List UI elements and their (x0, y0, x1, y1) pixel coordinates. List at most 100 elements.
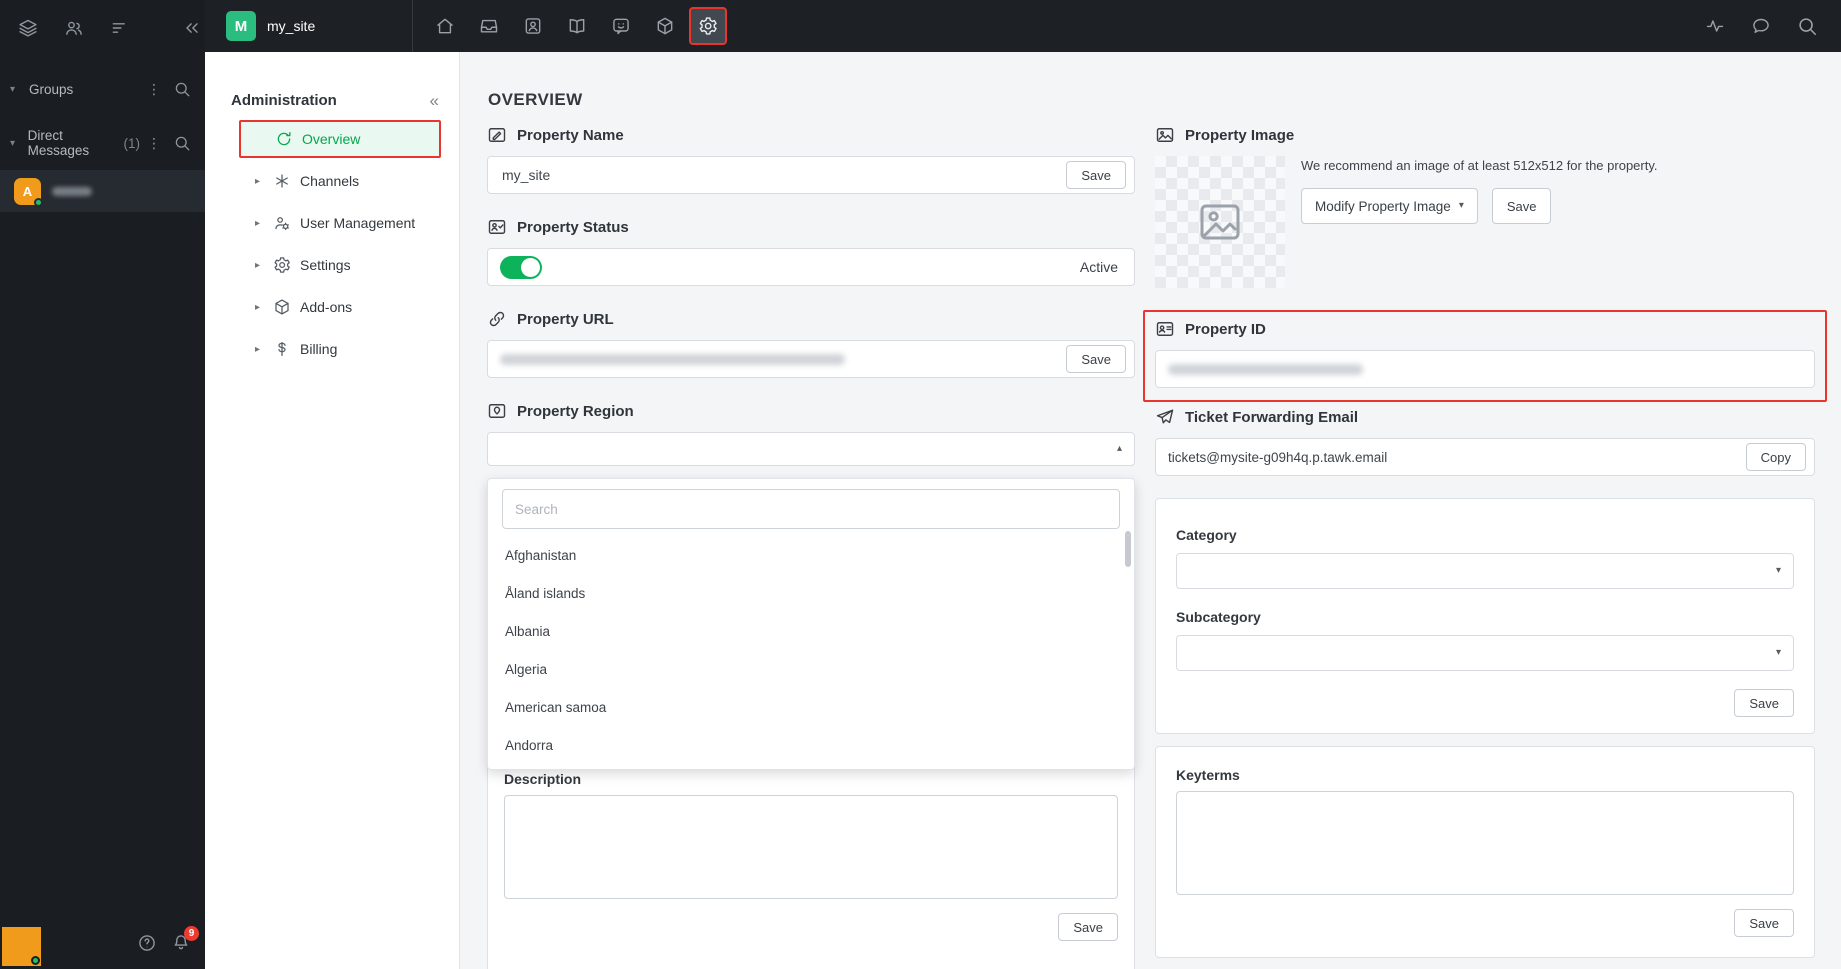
modify-property-image-dropdown[interactable]: Modify Property Image ▾ (1301, 188, 1478, 224)
filter-icon[interactable] (110, 18, 130, 38)
subcategory-select[interactable]: ▾ (1176, 635, 1794, 671)
description-textarea[interactable] (504, 795, 1118, 899)
region-option[interactable]: American samoa (488, 689, 1134, 727)
category-select[interactable]: ▾ (1176, 553, 1794, 589)
ticket-email-icon (1155, 407, 1175, 427)
caret-right-icon[interactable]: ▸ (251, 260, 264, 271)
administration-panel: Administration « Overview ▸ Channels ▸ U… (205, 52, 460, 969)
current-user-avatar[interactable] (2, 927, 41, 966)
agents-icon[interactable] (64, 18, 84, 38)
modify-image-label: Modify Property Image (1315, 198, 1451, 214)
region-pin-icon (487, 401, 507, 421)
search-icon[interactable] (1787, 6, 1827, 46)
category-card: Category ▾ Subcategory ▾ Save (1155, 498, 1815, 734)
admin-panel-title: Administration (231, 91, 337, 109)
region-option[interactable]: Andorra (488, 727, 1134, 765)
workspaces-icon[interactable] (18, 18, 38, 38)
property-name-label: Property Name (517, 126, 624, 144)
property-status-icon (487, 217, 507, 237)
menu-item-channels[interactable]: ▸ Channels (239, 162, 441, 200)
menu-item-overview[interactable]: Overview (239, 120, 441, 158)
property-name-input[interactable] (500, 166, 1057, 184)
caret-right-icon[interactable]: ▸ (251, 344, 264, 355)
menu-item-settings[interactable]: ▸ Settings (239, 246, 441, 284)
direct-messages-section-header[interactable]: ▾ Direct Messages (1) ⋮ (0, 126, 205, 160)
property-id-highlight-box: Property ID (1143, 310, 1827, 402)
user-management-icon (273, 214, 291, 232)
settings-icon[interactable] (689, 7, 727, 45)
keyterms-textarea[interactable] (1176, 791, 1794, 895)
knowledge-base-icon[interactable] (557, 6, 597, 46)
copy-ticket-email-button[interactable]: Copy (1745, 443, 1806, 471)
region-option[interactable]: Afghanistan (488, 537, 1134, 575)
collapse-rail-icon[interactable] (182, 18, 202, 38)
menu-item-user-management[interactable]: ▸ User Management (239, 204, 441, 242)
caret-right-icon[interactable]: ▸ (251, 176, 264, 187)
description-label: Description (504, 771, 582, 787)
rail-footer: 9 (0, 917, 205, 969)
notifications-icon[interactable]: 9 (171, 926, 199, 953)
kebab-icon[interactable]: ⋮ (147, 135, 161, 152)
description-save-button[interactable]: Save (1058, 913, 1118, 941)
chevron-up-icon: ▴ (1116, 443, 1122, 454)
avatar-letter: A (22, 183, 33, 199)
messages-icon[interactable] (1741, 6, 1781, 46)
category-label: Category (1176, 527, 1237, 543)
direct-message-item[interactable]: A (0, 170, 205, 212)
property-switcher-label: my_site (267, 18, 316, 34)
id-card-icon (1155, 319, 1175, 339)
region-option[interactable]: Albania (488, 613, 1134, 651)
property-status-toggle[interactable] (500, 255, 542, 279)
property-name-save-button[interactable]: Save (1066, 161, 1126, 189)
caret-right-icon[interactable]: ▸ (251, 302, 264, 313)
region-search-input[interactable] (502, 489, 1120, 529)
activity-icon[interactable] (1695, 6, 1735, 46)
workspace-rail: ▾ Groups ⋮ ▾ Direct Messages (1) ⋮ A 9 (0, 0, 205, 969)
region-option[interactable]: Algeria (488, 651, 1134, 689)
channels-icon (273, 172, 291, 190)
chevron-down-icon: ▾ (1775, 565, 1781, 576)
property-region-label: Property Region (517, 402, 634, 420)
picture-icon (1196, 198, 1244, 246)
direct-messages-label: Direct Messages (27, 128, 90, 158)
menu-item-label: Billing (300, 341, 338, 357)
inbox-icon[interactable] (469, 6, 509, 46)
menu-item-addons[interactable]: ▸ Add-ons (239, 288, 441, 326)
ticket-forwarding-email-section: Ticket Forwarding Email tickets@mysite-g… (1155, 406, 1815, 476)
keyterms-save-button[interactable]: Save (1734, 909, 1794, 937)
groups-label: Groups (29, 81, 74, 97)
keyterms-label: Keyterms (1176, 767, 1240, 783)
search-icon[interactable] (173, 134, 191, 152)
property-name-icon (487, 125, 507, 145)
help-icon[interactable] (137, 933, 157, 953)
kebab-icon[interactable]: ⋮ (147, 81, 161, 98)
property-switcher[interactable]: M my_site (205, 0, 413, 52)
menu-item-label: Overview (302, 131, 361, 147)
caret-right-icon[interactable]: ▸ (251, 218, 264, 229)
scrollbar-thumb[interactable] (1125, 531, 1131, 567)
property-image-label: Property Image (1185, 126, 1295, 144)
category-save-button[interactable]: Save (1734, 689, 1794, 717)
menu-item-label: User Management (300, 215, 416, 231)
chevron-down-icon: ▾ (1775, 647, 1781, 658)
avatar: A (14, 177, 43, 207)
menu-item-billing[interactable]: ▸ Billing (239, 330, 441, 368)
apps-icon[interactable] (645, 6, 685, 46)
notification-badge: 9 (184, 926, 199, 941)
overview-icon (275, 130, 293, 148)
menu-item-label: Settings (300, 257, 351, 273)
search-icon[interactable] (173, 80, 191, 98)
home-icon[interactable] (425, 6, 465, 46)
region-option[interactable]: Åland islands (488, 575, 1134, 613)
contacts-icon[interactable] (513, 6, 553, 46)
property-region-select[interactable]: ▴ (487, 432, 1135, 466)
collapse-panel-icon[interactable]: « (430, 92, 439, 109)
property-image-save-button[interactable]: Save (1491, 188, 1552, 224)
property-url-save-button[interactable]: Save (1066, 345, 1126, 373)
chat-widget-icon[interactable] (601, 6, 641, 46)
groups-section-header[interactable]: ▾ Groups ⋮ (0, 72, 205, 106)
admin-menu: Overview ▸ Channels ▸ User Management ▸ … (205, 120, 459, 368)
top-bar-right-actions (1695, 6, 1841, 46)
caret-down-icon: ▾ (10, 137, 16, 149)
subcategory-label: Subcategory (1176, 609, 1261, 625)
